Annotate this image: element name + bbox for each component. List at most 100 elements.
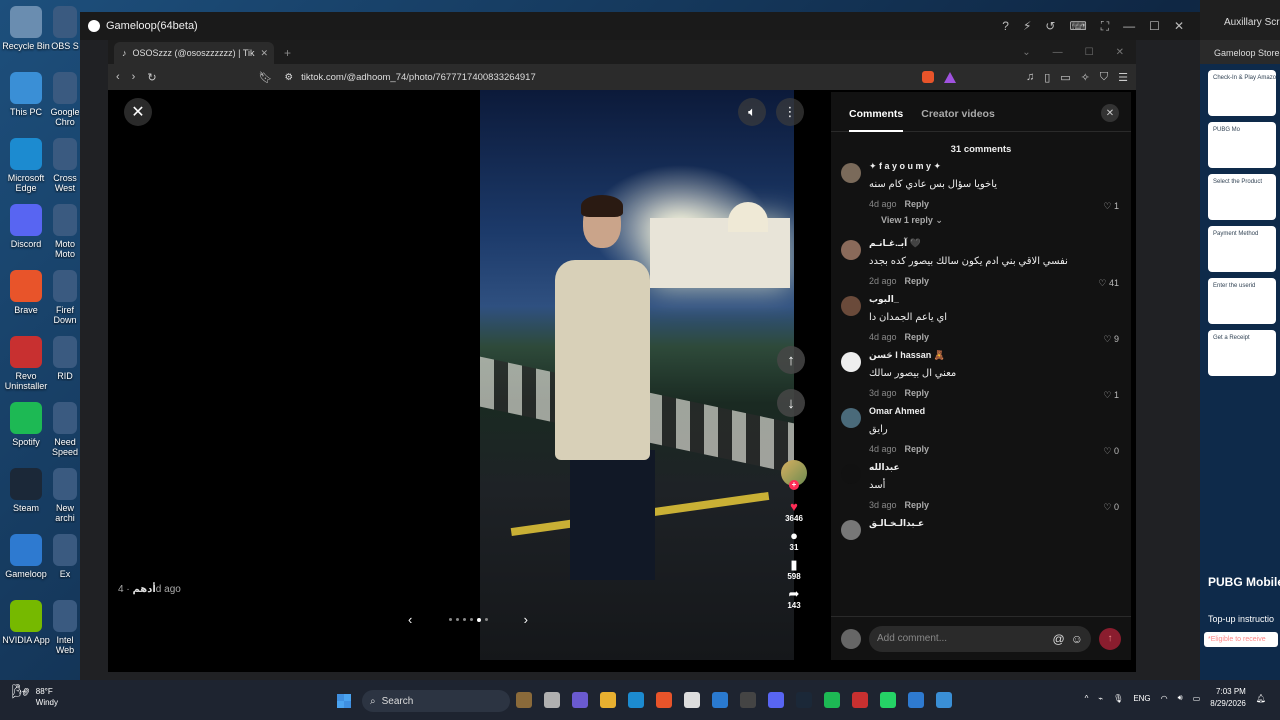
close-window-button[interactable]: ✕ — [1174, 19, 1184, 34]
wifi-icon[interactable]: ◠ — [1161, 694, 1168, 703]
menu-icon[interactable]: ☰ — [1118, 71, 1128, 84]
desktop-icon[interactable]: Gameloop — [0, 534, 56, 579]
commenter-avatar[interactable] — [841, 163, 861, 183]
keyboard-icon[interactable]: ⌨ — [1069, 19, 1086, 34]
commenter-avatar[interactable] — [841, 464, 861, 484]
save-icon[interactable]: ▮ — [780, 558, 808, 572]
taskbar-app-icon[interactable] — [712, 692, 728, 708]
gameloop-icon[interactable] — [908, 692, 924, 708]
comment-like[interactable]: ♡ 0 — [1103, 502, 1119, 513]
commenter-avatar[interactable] — [841, 408, 861, 428]
desktop-icon-partial[interactable]: RID — [50, 336, 80, 381]
taskbar-app-icon[interactable] — [572, 692, 588, 708]
emoji-icon[interactable]: ☺ — [1071, 632, 1083, 646]
language-indicator[interactable]: ENG — [1133, 694, 1150, 703]
volume-tray-icon[interactable]: 🔊︎ — [1178, 693, 1183, 703]
reply-button[interactable]: Reply — [905, 332, 930, 342]
heart-outline-icon[interactable]: ♡ — [1103, 334, 1114, 344]
new-tab-button[interactable]: + — [284, 46, 291, 60]
previous-post-button[interactable]: ↑ — [777, 346, 805, 374]
reply-button[interactable]: Reply — [905, 276, 930, 286]
comment-like[interactable]: ♡ 9 — [1103, 334, 1119, 345]
tab-creator-videos[interactable]: Creator videos — [921, 108, 995, 131]
brave-icon[interactable] — [656, 692, 672, 708]
tab-list-icon[interactable]: ⌄ — [1022, 47, 1030, 58]
carousel-prev-icon[interactable]: ‹ — [408, 612, 412, 627]
aux-card[interactable]: PUBG Mo — [1208, 122, 1276, 168]
more-options-icon[interactable]: ⋮ — [776, 98, 804, 126]
post-author[interactable]: أدهم · 4d ago — [118, 584, 181, 595]
share-icon[interactable]: ➦ — [780, 587, 808, 601]
brave-rewards-icon[interactable] — [943, 71, 956, 83]
carousel-dot[interactable] — [462, 617, 466, 621]
commenter-name[interactable]: Omar Ahmed — [869, 406, 1131, 418]
taskbar-app-icon[interactable] — [852, 692, 868, 708]
comment-input[interactable]: Add comment... @ ☺ — [869, 625, 1091, 652]
post-photo[interactable] — [480, 90, 794, 660]
tab-comments[interactable]: Comments — [849, 108, 904, 132]
mic-icon[interactable]: 🎙︎ — [1113, 694, 1123, 703]
aux-card[interactable]: Check-In & Play Amazon Cards — [1208, 70, 1276, 116]
steam-icon[interactable] — [796, 692, 812, 708]
address-bar[interactable]: ⚙ tiktok.com/@adhoom_74/photo/7677717400… — [285, 72, 536, 83]
desktop-icon[interactable]: NVIDIA App — [0, 600, 56, 645]
carousel-next-icon[interactable]: › — [524, 612, 528, 627]
bookmark-icon[interactable]: 🔖︎ — [259, 71, 273, 84]
heart-outline-icon[interactable]: ♡ — [1103, 446, 1114, 456]
author-name[interactable]: أدهم — [132, 584, 155, 595]
desktop-icon-partial[interactable]: Firef Down — [50, 270, 80, 325]
commenter-name[interactable]: حَسن I hassan 🧸 — [869, 350, 1131, 362]
like-icon[interactable]: ♥ — [780, 500, 808, 514]
desktop-icon[interactable]: Revo Uninstaller — [0, 336, 56, 391]
desktop-icon-partial[interactable]: Moto Moto — [50, 204, 80, 259]
desktop-icon[interactable]: This PC — [0, 72, 56, 117]
network-icon[interactable]: ⌁ — [1098, 694, 1103, 703]
whatsapp-icon[interactable] — [880, 692, 896, 708]
commenter-avatar[interactable] — [841, 520, 861, 540]
aux-card[interactable]: Enter the userid — [1208, 278, 1276, 324]
desktop-icon-partial[interactable]: Ex — [50, 534, 80, 579]
comment-icon[interactable]: ● — [780, 529, 808, 543]
help-icon[interactable]: ? — [1002, 19, 1009, 34]
desktop-icon[interactable]: Steam — [0, 468, 56, 513]
sidebar-icon[interactable]: ▯ — [1044, 71, 1050, 84]
extensions-icon[interactable]: ✧ — [1081, 71, 1090, 84]
reply-button[interactable]: Reply — [905, 500, 930, 510]
browser-minimize-button[interactable]: — — [1053, 47, 1063, 58]
send-comment-button[interactable]: ↑ — [1099, 627, 1121, 650]
edge-icon[interactable] — [628, 692, 644, 708]
commenter-name[interactable]: عـبدالـخـالـق — [869, 518, 1131, 530]
commenter-name[interactable]: البوب_ — [869, 294, 1131, 306]
comment-like[interactable]: ♡ 1 — [1103, 201, 1119, 212]
next-post-button[interactable]: ↓ — [777, 389, 805, 417]
fullscreen-icon[interactable]: ⛶ — [1101, 19, 1109, 34]
commenter-avatar[interactable] — [841, 352, 861, 372]
carousel-dot[interactable] — [455, 617, 459, 621]
carousel-dot[interactable] — [469, 617, 473, 621]
discord-icon[interactable] — [768, 692, 784, 708]
reply-button[interactable]: Reply — [905, 444, 930, 454]
vpn-icon[interactable]: ⛉ — [1100, 71, 1108, 84]
comment-like[interactable]: ♡ 1 — [1103, 390, 1119, 401]
clock[interactable]: 7:03 PM 8/29/2026 — [1210, 686, 1246, 710]
reply-button[interactable]: Reply — [905, 199, 930, 209]
close-panel-icon[interactable]: ✕ — [1101, 104, 1119, 122]
minimize-button[interactable]: — — [1123, 19, 1135, 34]
url-text[interactable]: tiktok.com/@adhoom_74/photo/767771740083… — [301, 72, 536, 83]
desktop-icon-partial[interactable]: Google Chro — [50, 72, 80, 127]
mention-icon[interactable]: @ — [1053, 632, 1065, 646]
taskbar-search[interactable]: ⌕ Search — [362, 690, 510, 712]
desktop-icon-partial[interactable]: New archi — [50, 468, 80, 523]
store-icon[interactable] — [684, 692, 700, 708]
back-icon[interactable]: ‹ — [116, 71, 120, 83]
follow-plus-icon[interactable]: + — [789, 480, 799, 490]
close-viewer-button[interactable]: ✕ — [124, 98, 152, 126]
reply-button[interactable]: Reply — [905, 388, 930, 398]
desktop-icon[interactable]: Brave — [0, 270, 56, 315]
heart-outline-icon[interactable]: ♡ — [1098, 278, 1109, 288]
carousel-dot[interactable] — [484, 617, 488, 621]
desktop-icon-partial[interactable]: Intel Web — [50, 600, 80, 655]
reload-icon[interactable]: ↻ — [147, 71, 156, 84]
commenter-avatar[interactable] — [841, 296, 861, 316]
view-replies-button[interactable]: View 1 reply ⌄ — [841, 215, 1131, 226]
